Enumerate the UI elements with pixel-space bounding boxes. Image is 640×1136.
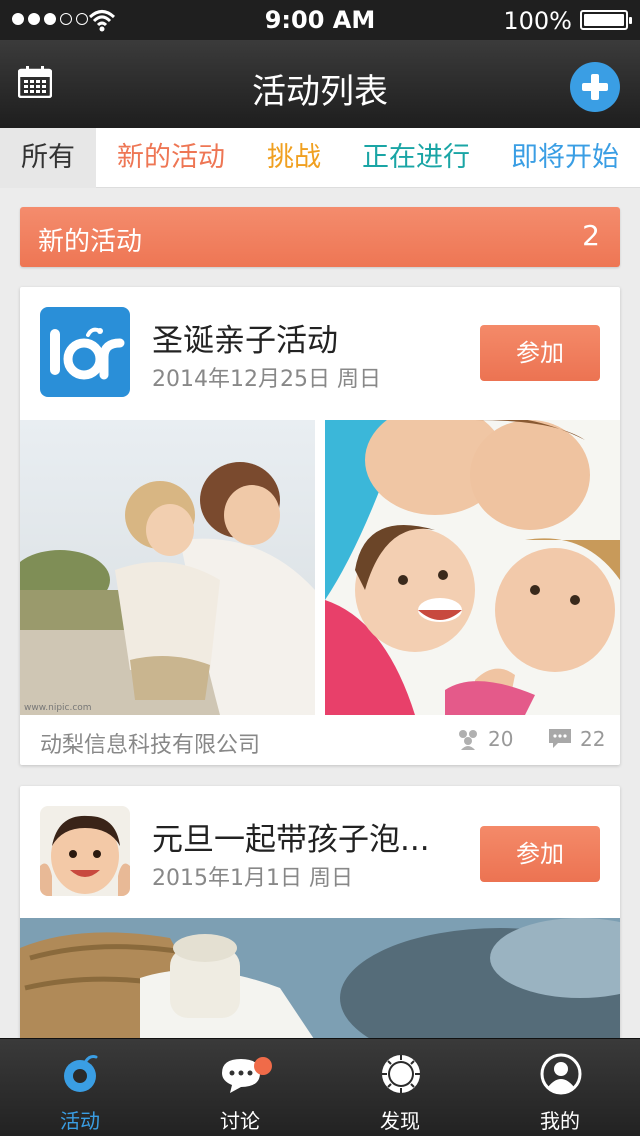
tab-challenge[interactable]: 挑战	[246, 128, 342, 188]
comment-icon	[549, 729, 571, 748]
activity-icon	[64, 1055, 98, 1092]
join-button[interactable]: 参加	[480, 325, 600, 381]
battery-percentage: 100%	[503, 7, 572, 35]
section-header[interactable]: 新的活动 2	[20, 207, 620, 267]
tabbar-item-discussion[interactable]: 讨论	[160, 1039, 320, 1136]
filter-tabs: 所有 新的活动 挑战 正在进行 即将开始	[0, 128, 640, 188]
profile-icon	[540, 1053, 582, 1095]
tabbar-item-activities[interactable]: 活动	[0, 1039, 160, 1136]
organizer-logo	[40, 307, 130, 397]
section-count: 2	[582, 219, 600, 252]
section-title: 新的活动	[38, 227, 143, 257]
tab-all[interactable]: 所有	[0, 128, 96, 188]
tab-upcoming[interactable]: 即将开始	[490, 128, 640, 188]
add-activity-button[interactable]	[570, 62, 620, 112]
tab-in-progress[interactable]: 正在进行	[342, 128, 490, 188]
navigation-bar: 活动列表	[0, 40, 640, 128]
bottom-tab-bar: 活动 讨论 发现 我的	[0, 1038, 640, 1136]
page-title: 活动列表	[252, 72, 388, 112]
tabbar-item-discover[interactable]: 发现	[320, 1039, 480, 1136]
members-count: 20	[488, 727, 514, 751]
card-footer: 动梨信息科技有限公司 20 22	[20, 715, 620, 765]
tabbar-label: 讨论	[220, 1109, 260, 1133]
activity-card[interactable]: 圣诞亲子活动 2014年12月25日 周日 参加 www.nipic.com 动…	[20, 287, 620, 765]
members-stat: 20	[456, 727, 513, 751]
join-button[interactable]: 参加	[480, 826, 600, 882]
activity-title: 圣诞亲子活动	[152, 323, 338, 359]
comments-stat: 22	[548, 727, 605, 751]
status-bar: 9:00 AM 100%	[0, 0, 640, 40]
organizer-avatar	[40, 806, 130, 896]
discover-icon	[382, 1055, 420, 1093]
activity-photo[interactable]	[20, 918, 620, 1046]
notification-badge	[254, 1057, 272, 1075]
svg-text:www.nipic.com: www.nipic.com	[24, 703, 92, 713]
activity-card[interactable]: 元旦一起带孩子泡... 2015年1月1日 周日 参加	[20, 786, 620, 1046]
tabbar-label: 我的	[540, 1109, 580, 1133]
activity-photo[interactable]	[325, 420, 620, 715]
activity-date: 2015年1月1日 周日	[152, 866, 353, 891]
comments-count: 22	[580, 727, 606, 751]
activity-date: 2014年12月25日 周日	[152, 367, 381, 392]
tabbar-label: 发现	[380, 1109, 420, 1133]
members-icon	[459, 730, 477, 750]
tabbar-label: 活动	[60, 1109, 100, 1133]
battery-icon	[580, 10, 632, 30]
activity-photo[interactable]: www.nipic.com	[20, 420, 315, 715]
tabbar-item-profile[interactable]: 我的	[480, 1039, 640, 1136]
activity-title: 元旦一起带孩子泡...	[152, 822, 430, 858]
tab-new-activities[interactable]: 新的活动	[96, 128, 246, 188]
organizer-name: 动梨信息科技有限公司	[40, 733, 261, 758]
